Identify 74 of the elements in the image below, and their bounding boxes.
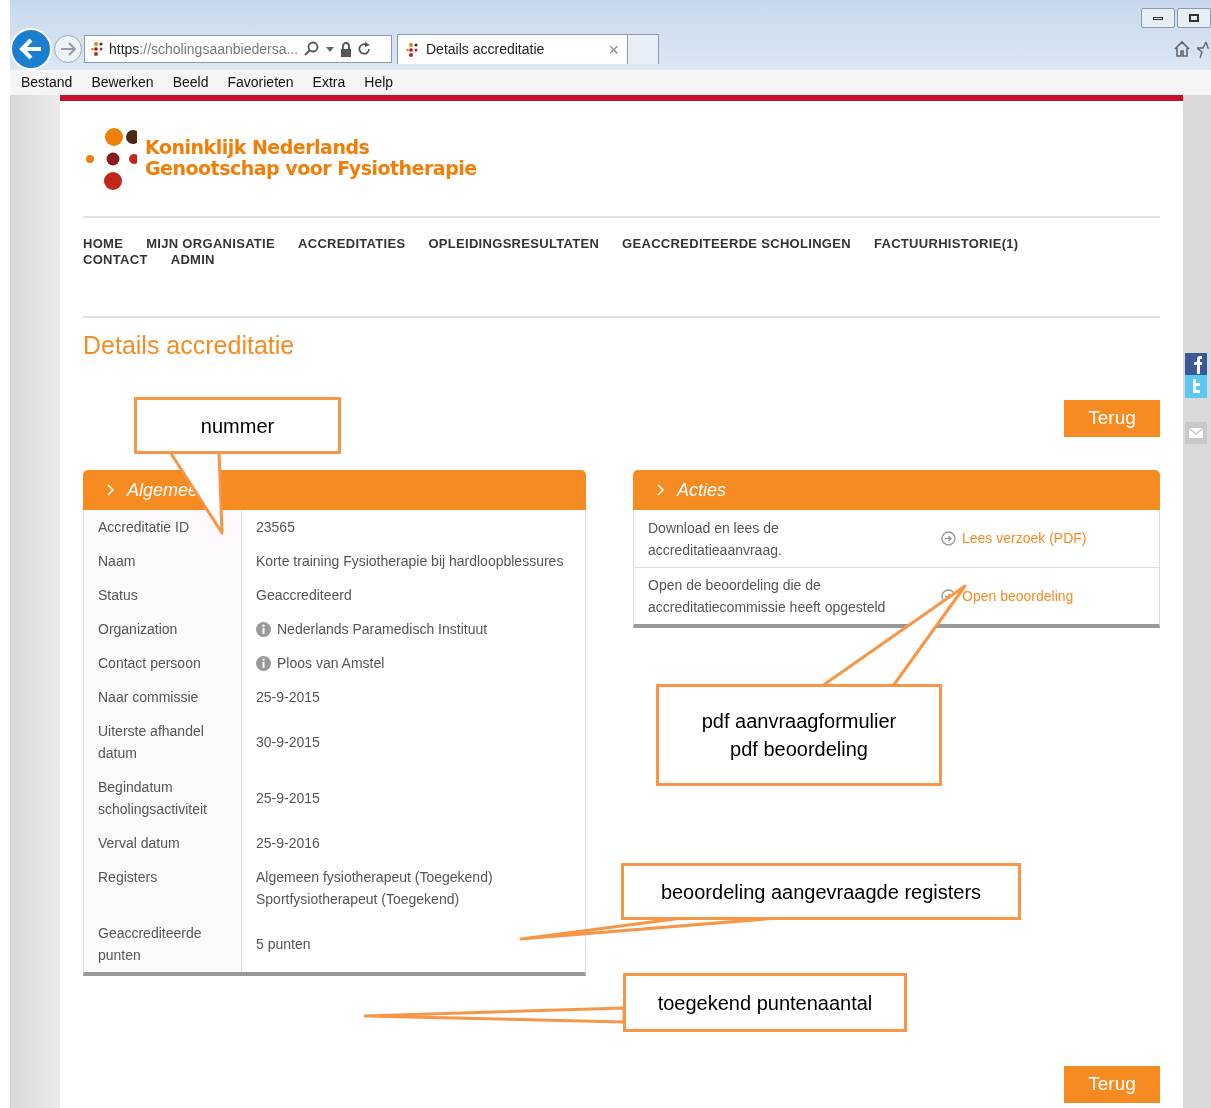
callout-text: beoordeling aangevraagde registers [660, 879, 982, 905]
arrow-circle-icon [941, 531, 956, 546]
menu-item[interactable]: Favorieten [227, 72, 294, 93]
field-value: Nederlands Paramedisch Instituut [277, 620, 488, 639]
chevron-right-icon [107, 484, 115, 496]
menu-item[interactable]: Bestand [21, 72, 73, 93]
tab-title: Details accreditatie [426, 40, 546, 59]
action-description: Download en lees de accreditatieaanvraag. [648, 518, 783, 560]
panel-title: Acties [677, 478, 727, 502]
logo-text: Genootschap voor Fysiotherapie [145, 158, 477, 179]
logo-dots-icon [85, 128, 137, 192]
browser-tab[interactable]: Details accreditatie × [397, 34, 628, 64]
field-label: Naam [84, 544, 242, 578]
restore-button[interactable] [1177, 8, 1211, 28]
field-value: Korte training Fysiotherapie bij hardloopblessures [256, 552, 564, 571]
minimize-button[interactable] [1141, 8, 1175, 28]
nav-link[interactable]: MIJN ORGANISATIE [146, 236, 275, 252]
panel-title: Algemee [127, 478, 199, 502]
field-value: 23565 [256, 518, 295, 537]
field-label: Verval datum [84, 826, 242, 860]
lock-icon [340, 41, 353, 57]
tab-close-button[interactable]: × [608, 40, 619, 59]
forward-button[interactable] [54, 35, 82, 63]
field-label: Contact persoon [84, 646, 242, 680]
nav-link[interactable]: HOME [83, 236, 124, 252]
field-value: 25-9-2016 [256, 834, 320, 853]
search-icon[interactable] [304, 41, 321, 57]
field-label: Status [84, 578, 242, 612]
url-text: https://scholingsaanbiedersa... [109, 39, 299, 59]
new-tab-button[interactable] [628, 34, 659, 64]
field-label: Begindatum scholingsactiviteit [84, 770, 242, 826]
nav-link[interactable]: OPLEIDINGSRESULTATEN [428, 236, 600, 252]
field-value: Geaccrediteerd [256, 586, 352, 605]
info-icon[interactable] [256, 621, 271, 637]
field-label: Uiterste afhandel datum [84, 714, 242, 770]
field-value: Algemeen fysiotherapeut (Toegekend) [256, 868, 493, 887]
callout-text: pdf aanvraagformulier pdf beoordeling [701, 709, 897, 762]
page-title: Details accreditatie [83, 330, 296, 360]
field-label: Organization [84, 612, 242, 646]
field-label: Geaccrediteerde punten [84, 916, 242, 972]
nav-link[interactable]: ACCREDITATIES [298, 236, 406, 252]
nav-link[interactable]: FACTUURHISTORIE(1) [873, 236, 1019, 252]
field-label: Accreditatie ID [84, 510, 242, 544]
menu-item[interactable]: Help [364, 72, 394, 93]
address-bar[interactable]: https://scholingsaanbiedersa... [84, 35, 392, 63]
field-value: 5 punten [256, 935, 311, 954]
site-logo-icon [91, 42, 103, 56]
nav-link[interactable]: ADMIN [170, 252, 215, 268]
back-button[interactable] [10, 28, 52, 70]
arrow-right-icon [60, 42, 76, 56]
callout-text: toegekend puntenaantal [657, 990, 873, 1016]
field-label: Registers [84, 860, 242, 916]
chevron-right-icon [657, 484, 665, 496]
callout-text: nummer [200, 413, 275, 439]
field-value: 25-9-2015 [256, 789, 320, 808]
action-description: Open de beoordeling die de accreditatiecommissie heeft opgesteld [648, 576, 887, 617]
info-icon[interactable] [256, 655, 271, 671]
logo-text: Koninklijk Nederlands [145, 137, 371, 158]
field-value: Sportfysiotherapeut (Toegekend) [256, 890, 460, 909]
nav-link[interactable]: GEACCREDITEERDE SCHOLINGEN [622, 236, 851, 252]
field-value: 30-9-2015 [256, 733, 320, 752]
dropdown-icon[interactable] [326, 46, 335, 52]
menu-item[interactable]: Bewerken [91, 72, 154, 93]
site-logo-icon [406, 42, 418, 57]
field-value: Ploos van Amstel [277, 654, 385, 673]
arrow-left-icon [19, 38, 43, 60]
nav-link[interactable]: CONTACT [83, 252, 148, 268]
home-icon[interactable] [1173, 40, 1191, 58]
field-label: Naar commissie [84, 680, 242, 714]
refresh-icon[interactable] [358, 42, 372, 56]
field-value: 25-9-2015 [256, 688, 320, 707]
menu-item[interactable]: Beeld [172, 72, 209, 93]
facebook-icon[interactable] [1185, 353, 1207, 375]
menu-item[interactable]: Extra [312, 72, 346, 93]
